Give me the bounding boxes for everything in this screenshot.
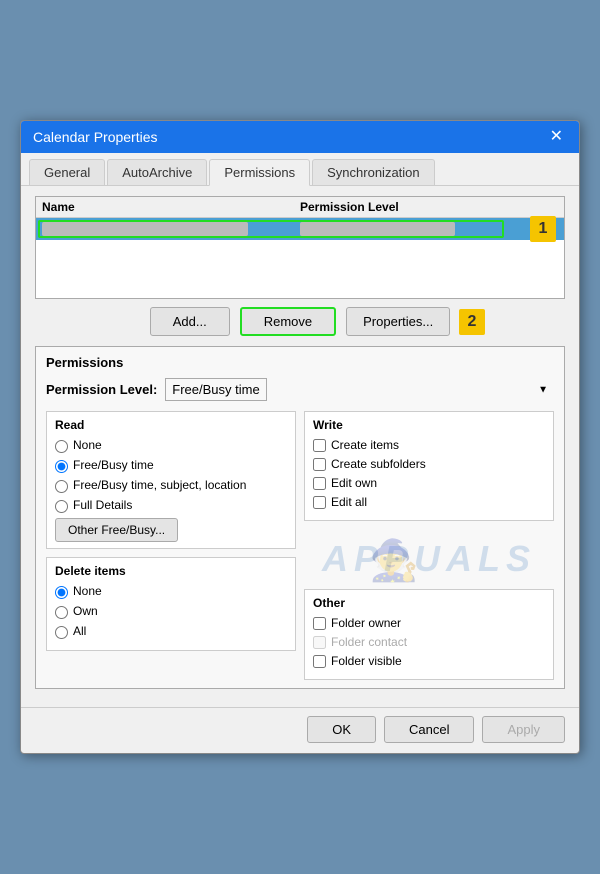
row-level-cell <box>300 222 455 236</box>
write-editall-item: Edit all <box>313 495 545 509</box>
delete-own-radio[interactable] <box>55 606 68 619</box>
list-row[interactable]: 1 <box>36 218 564 240</box>
read-freebusy-radio[interactable] <box>55 460 68 473</box>
permissions-columns: Read None Free/Busy time Free/Busy time,… <box>46 411 554 680</box>
select-dropdown-icon: ▼ <box>538 384 548 395</box>
action-buttons-row: Add... Remove 2 Properties... <box>35 307 565 336</box>
tab-strip: General AutoArchive Permissions Synchron… <box>21 153 579 186</box>
other-foldercontact-item: Folder contact <box>313 635 545 649</box>
calendar-properties-dialog: Calendar Properties ✕ General AutoArchiv… <box>20 120 580 754</box>
read-fulldetails-label: Full Details <box>73 498 132 512</box>
write-editown-checkbox[interactable] <box>313 477 326 490</box>
watermark-text: APPUALS <box>322 538 536 580</box>
write-group-title: Write <box>313 418 545 432</box>
ok-button[interactable]: OK <box>307 716 376 743</box>
permission-level-select[interactable]: Free/Busy time None Contributor Reviewer… <box>165 378 267 401</box>
title-bar: Calendar Properties ✕ <box>21 121 579 153</box>
left-column: Read None Free/Busy time Free/Busy time,… <box>46 411 296 680</box>
read-freebusy-subject-radio[interactable] <box>55 480 68 493</box>
col-permission-level: Permission Level <box>300 200 558 214</box>
dialog-title: Calendar Properties <box>33 129 158 145</box>
read-none-item: None <box>55 438 287 453</box>
tab-permissions[interactable]: Permissions <box>209 159 310 186</box>
other-folderowner-checkbox[interactable] <box>313 617 326 630</box>
remove-button[interactable]: Remove <box>240 307 336 336</box>
tab-synchronization[interactable]: Synchronization <box>312 159 435 185</box>
read-freebusy-subject-label: Free/Busy time, subject, location <box>73 478 246 492</box>
other-foldercontact-checkbox <box>313 636 326 649</box>
badge-1: 1 <box>530 216 556 242</box>
list-body: 1 <box>36 218 564 298</box>
write-createsubfolders-item: Create subfolders <box>313 457 545 471</box>
delete-all-label: All <box>73 624 86 638</box>
delete-all-item: All <box>55 624 287 639</box>
col-name: Name <box>42 200 300 214</box>
delete-none-radio[interactable] <box>55 586 68 599</box>
apply-button[interactable]: Apply <box>482 716 565 743</box>
properties-button[interactable]: Properties... <box>346 307 450 336</box>
read-freebusysubject-item: Free/Busy time, subject, location <box>55 478 287 493</box>
other-foldervisible-checkbox[interactable] <box>313 655 326 668</box>
tab-general[interactable]: General <box>29 159 105 185</box>
write-createitems-item: Create items <box>313 438 545 452</box>
other-foldervisible-label: Folder visible <box>331 654 402 668</box>
permission-level-row: Permission Level: Free/Busy time None Co… <box>46 378 554 401</box>
other-folderowner-item: Folder owner <box>313 616 545 630</box>
other-foldervisible-item: Folder visible <box>313 654 545 668</box>
delete-own-label: Own <box>73 604 98 618</box>
delete-all-radio[interactable] <box>55 626 68 639</box>
cancel-button[interactable]: Cancel <box>384 716 474 743</box>
permissions-list: Name Permission Level 1 <box>35 196 565 299</box>
read-fulldetails-item: Full Details <box>55 498 287 513</box>
permission-level-label: Permission Level: <box>46 382 157 397</box>
bottom-bar: OK Cancel Apply <box>21 707 579 753</box>
permissions-group-title: Permissions <box>46 355 554 370</box>
main-content: Name Permission Level 1 Add... Remove 2 … <box>21 186 579 707</box>
read-fulldetails-radio[interactable] <box>55 500 68 513</box>
permissions-group: Permissions Permission Level: Free/Busy … <box>35 346 565 689</box>
write-editall-checkbox[interactable] <box>313 496 326 509</box>
tab-autoarchive[interactable]: AutoArchive <box>107 159 207 185</box>
other-group-title: Other <box>313 596 545 610</box>
write-editown-label: Edit own <box>331 476 377 490</box>
write-createitems-label: Create items <box>331 438 399 452</box>
delete-none-label: None <box>73 584 102 598</box>
delete-group: Delete items None Own All <box>46 557 296 651</box>
read-group-title: Read <box>55 418 287 432</box>
delete-group-title: Delete items <box>55 564 287 578</box>
read-none-label: None <box>73 438 102 452</box>
write-createitems-checkbox[interactable] <box>313 439 326 452</box>
watermark-character-icon: 🧙 <box>369 537 419 584</box>
write-createsubfolders-checkbox[interactable] <box>313 458 326 471</box>
read-freebusy-item: Free/Busy time <box>55 458 287 473</box>
right-column: Write Create items Create subfolders Edi… <box>304 411 554 680</box>
read-none-radio[interactable] <box>55 440 68 453</box>
other-group: Other Folder owner Folder contact Folder… <box>304 589 554 680</box>
other-free-busy-button[interactable]: Other Free/Busy... <box>55 518 178 542</box>
permission-level-select-wrapper: Free/Busy time None Contributor Reviewer… <box>165 378 554 401</box>
write-group: Write Create items Create subfolders Edi… <box>304 411 554 521</box>
watermark-area: 🧙 APPUALS <box>304 529 554 589</box>
row-name-cell <box>42 222 248 236</box>
add-button[interactable]: Add... <box>150 307 230 336</box>
close-button[interactable]: ✕ <box>546 129 567 145</box>
write-createsubfolders-label: Create subfolders <box>331 457 426 471</box>
other-folderowner-label: Folder owner <box>331 616 401 630</box>
other-foldercontact-label: Folder contact <box>331 635 407 649</box>
list-header: Name Permission Level <box>36 197 564 218</box>
delete-none-item: None <box>55 584 287 599</box>
delete-own-item: Own <box>55 604 287 619</box>
write-editown-item: Edit own <box>313 476 545 490</box>
write-editall-label: Edit all <box>331 495 367 509</box>
read-group: Read None Free/Busy time Free/Busy time,… <box>46 411 296 549</box>
badge-2: 2 <box>459 309 485 335</box>
read-freebusy-label: Free/Busy time <box>73 458 154 472</box>
